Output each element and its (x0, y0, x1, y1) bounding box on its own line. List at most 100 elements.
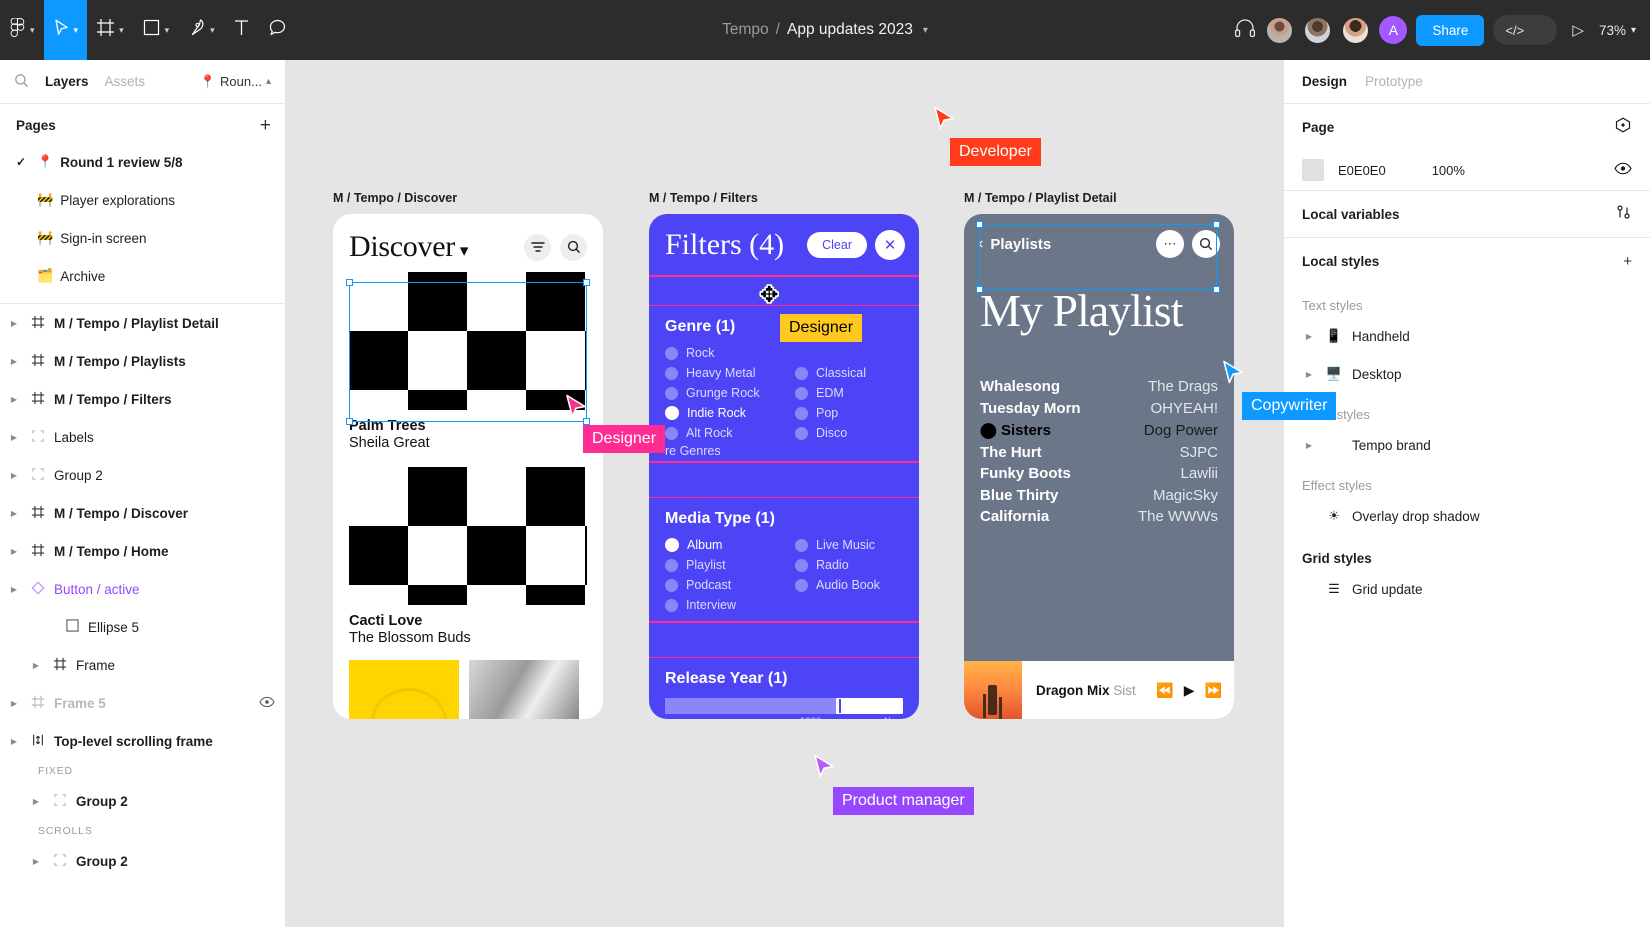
search-icon[interactable] (560, 234, 587, 261)
slider-track[interactable] (665, 698, 903, 714)
file-name[interactable]: App updates 2023 (787, 21, 913, 39)
radio-icon[interactable] (665, 427, 678, 440)
tab-design[interactable]: Design (1302, 74, 1347, 89)
resize-handle-bottom-right[interactable] (1213, 286, 1220, 293)
slider-knob[interactable] (839, 699, 841, 713)
filter-option[interactable]: Playlist (665, 555, 795, 575)
resize-handle-top-left[interactable] (346, 279, 353, 286)
playlist-track-row[interactable]: ⬤ SistersDog Power (980, 421, 1218, 439)
previous-icon[interactable]: ⏪ (1156, 682, 1173, 699)
playlist-track-row[interactable]: WhalesongThe Drags (980, 378, 1218, 395)
album-art-cacti-love[interactable] (349, 467, 587, 605)
disclosure-triangle-icon[interactable]: ▶ (6, 319, 22, 328)
layer-item[interactable]: ▶Group 2 (0, 456, 285, 494)
thumbnail-yellow[interactable] (349, 660, 459, 719)
tab-prototype[interactable]: Prototype (1365, 74, 1423, 89)
playlist-track-row[interactable]: Blue ThirtyMagicSky (980, 487, 1218, 504)
avatar[interactable] (1303, 16, 1332, 45)
layer-item[interactable]: ▶M / Tempo / Discover (0, 494, 285, 532)
search-icon[interactable] (14, 73, 29, 91)
eye-icon[interactable] (259, 696, 275, 711)
disclosure-triangle-icon[interactable]: ▶ (6, 699, 22, 708)
disclosure-triangle-icon[interactable]: ▶ (6, 737, 22, 746)
close-icon[interactable]: ✕ (875, 230, 905, 260)
page-color-opacity[interactable]: 100% (1432, 163, 1465, 178)
radio-icon[interactable] (795, 559, 808, 572)
headphones-icon[interactable] (1234, 18, 1256, 43)
layer-item[interactable]: ▶M / Tempo / Playlists (0, 342, 285, 380)
disclosure-triangle-icon[interactable]: ▶ (1302, 441, 1316, 450)
tab-assets[interactable]: Assets (105, 74, 146, 89)
layer-item[interactable]: ▶Frame 5 (0, 684, 285, 722)
resize-handle-top-right[interactable] (1213, 221, 1220, 228)
plus-icon[interactable]: + (1623, 253, 1632, 270)
filter-icon[interactable] (524, 234, 551, 261)
eye-icon[interactable] (1614, 162, 1632, 178)
style-item[interactable]: ☰Grid update (1302, 570, 1632, 608)
disclosure-triangle-icon[interactable]: ▶ (6, 471, 22, 480)
filter-option[interactable]: Indie Rock (665, 403, 795, 423)
filter-option[interactable]: Radio (795, 555, 903, 575)
frame-label-filters[interactable]: M / Tempo / Filters (649, 191, 758, 205)
filter-option[interactable]: Heavy Metal (665, 363, 795, 383)
playlist-title[interactable]: My Playlist (980, 288, 1234, 334)
page-item[interactable]: 🚧Sign-in screen (0, 219, 285, 257)
layer-item[interactable]: ▶M / Tempo / Filters (0, 380, 285, 418)
filter-option[interactable]: Rock (665, 343, 795, 363)
next-icon[interactable]: ⏩ (1205, 682, 1222, 699)
selection-bounding-box[interactable] (349, 282, 587, 422)
layer-item[interactable]: ▶Group 2 (0, 782, 285, 820)
filter-option[interactable]: Grunge Rock (665, 383, 795, 403)
resize-handle-bottom-left[interactable] (346, 418, 353, 425)
move-tool-button[interactable]: ▾ (44, 0, 88, 60)
page-settings-icon[interactable] (1614, 117, 1632, 137)
radio-icon[interactable] (665, 599, 678, 612)
playlist-track-row[interactable]: The HurtSJPC (980, 444, 1218, 461)
share-button[interactable]: Share (1416, 15, 1484, 46)
disclosure-triangle-icon[interactable]: ▶ (6, 357, 22, 366)
chevron-down-icon[interactable]: ▾ (460, 241, 468, 260)
filter-option[interactable]: Podcast (665, 575, 795, 595)
track-title[interactable]: Cacti Love (349, 613, 587, 629)
radio-icon[interactable] (795, 387, 808, 400)
filter-option[interactable]: Interview (665, 595, 795, 615)
layer-item[interactable]: Ellipse 5 (0, 608, 285, 646)
radio-icon[interactable] (795, 407, 808, 420)
radio-icon[interactable] (795, 579, 808, 592)
resize-handle-top-left[interactable] (976, 221, 983, 228)
disclosure-triangle-icon[interactable]: ▶ (6, 509, 22, 518)
layer-item[interactable]: ▶Button / active (0, 570, 285, 608)
filter-option[interactable]: Live Music (795, 535, 903, 555)
disclosure-triangle-icon[interactable]: ▶ (6, 395, 22, 404)
design-canvas[interactable]: M / Tempo / Discover M / Tempo / Filters… (286, 60, 1283, 927)
layer-item[interactable]: ▶Frame (0, 646, 285, 684)
figma-menu-button[interactable]: ▾ (0, 0, 44, 60)
add-page-button[interactable]: + (260, 116, 271, 135)
playlist-track-row[interactable]: Tuesday MornOHYEAH! (980, 400, 1218, 417)
filter-option[interactable]: Classical (795, 363, 903, 383)
release-year-slider[interactable] (649, 698, 919, 714)
track-artist[interactable]: Sheila Great (349, 435, 587, 451)
avatar-initial[interactable]: A (1379, 16, 1407, 44)
disclosure-triangle-icon[interactable]: ▶ (6, 547, 22, 556)
playlist-track-row[interactable]: Funky BootsLawlii (980, 465, 1218, 482)
layer-item[interactable]: ▶M / Tempo / Playlist Detail (0, 304, 285, 342)
page-background-row[interactable]: E0E0E0 100% (1302, 150, 1632, 190)
style-item[interactable]: ☀Overlay drop shadow (1302, 497, 1632, 535)
filter-option[interactable]: Disco (795, 423, 903, 443)
layer-item[interactable]: ▶Labels (0, 418, 285, 456)
avatar[interactable] (1341, 16, 1370, 45)
disclosure-triangle-icon[interactable]: ▶ (6, 585, 22, 594)
radio-icon[interactable] (795, 539, 808, 552)
filter-option[interactable]: Audio Book (795, 575, 903, 595)
radio-icon[interactable] (795, 367, 808, 380)
playlist-track-row[interactable]: CaliforniaThe WWWs (980, 508, 1218, 525)
avatar[interactable] (1265, 16, 1294, 45)
now-playing-bar[interactable]: Dragon Mix Sist ⏪ ▶ ⏩ (964, 661, 1234, 719)
sliders-icon[interactable] (1615, 204, 1632, 225)
disclosure-triangle-icon[interactable]: ▶ (6, 433, 22, 442)
disclosure-triangle-icon[interactable]: ▶ (1302, 370, 1316, 379)
dev-mode-toggle[interactable]: </> (1493, 15, 1557, 45)
resize-handle-top-right[interactable] (583, 279, 590, 286)
style-item[interactable]: ▶Tempo brand (1302, 426, 1632, 464)
